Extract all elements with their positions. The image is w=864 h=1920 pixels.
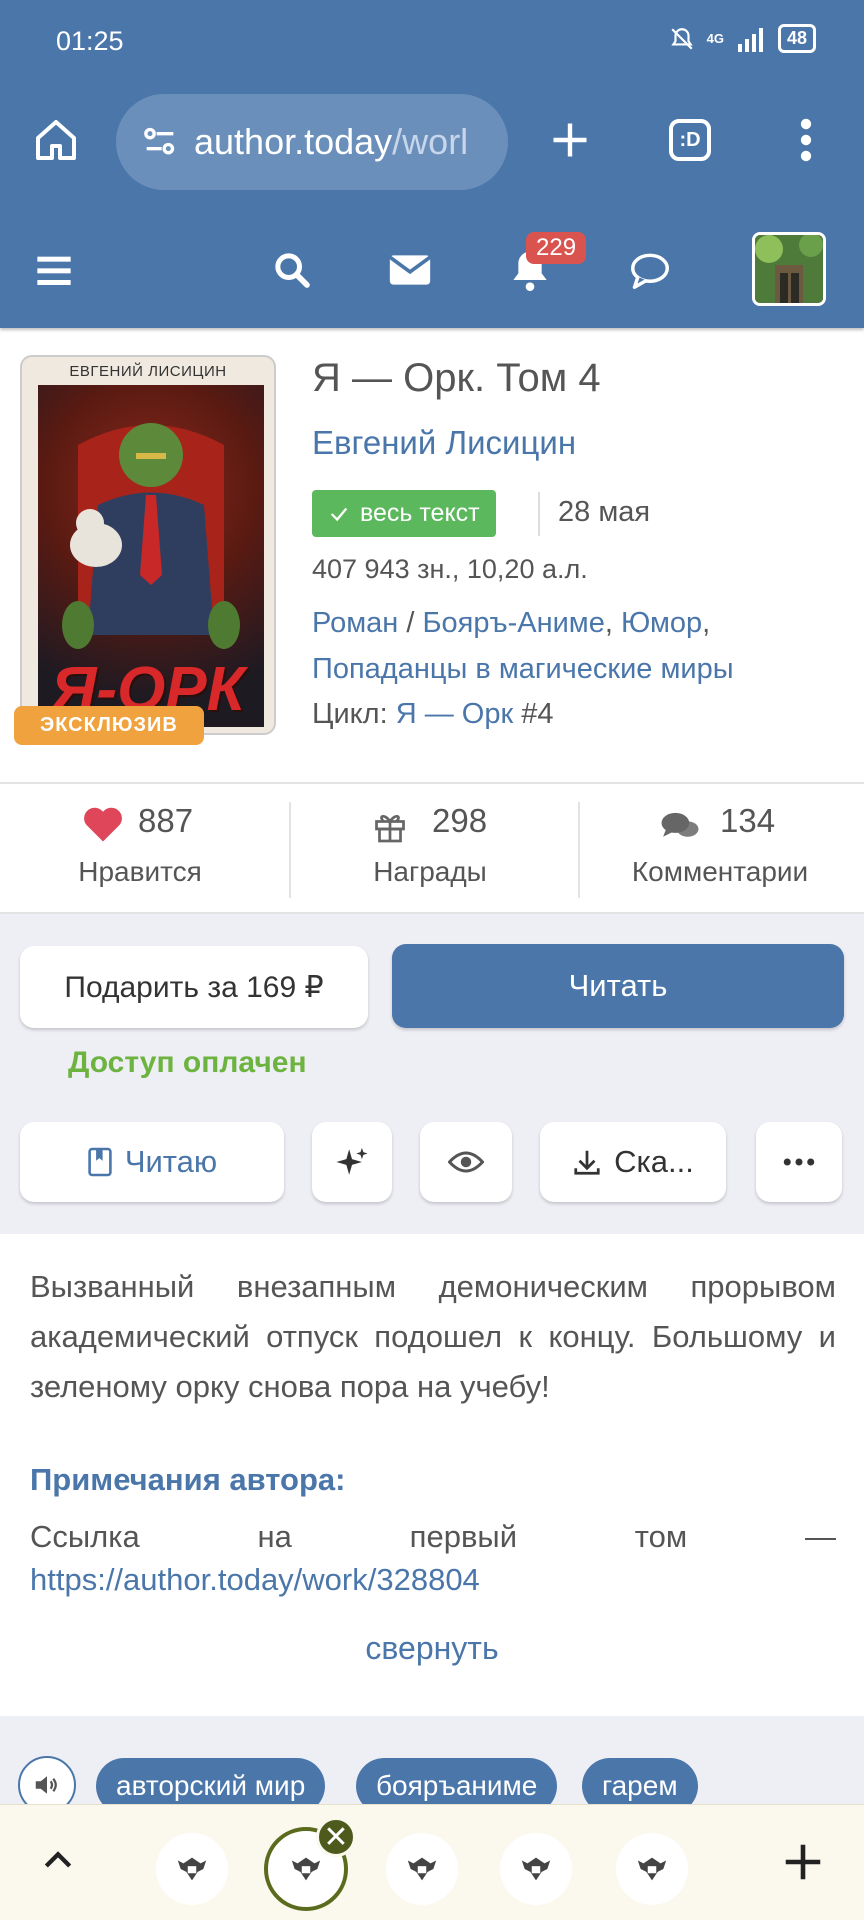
mute-bell-icon [670, 27, 693, 50]
cycle-info: Цикл: Я — Орк #4 [312, 698, 553, 731]
divider [538, 492, 540, 536]
tab-count: :D [669, 119, 711, 161]
speaker-icon [35, 1776, 57, 1794]
check-icon [330, 507, 348, 521]
tab-strip: ✕ [0, 1804, 864, 1920]
tab-thumbnail[interactable] [386, 1833, 458, 1905]
add-tab-icon[interactable] [780, 1839, 826, 1890]
chat-icon[interactable] [620, 240, 680, 300]
genre-comma: , [702, 607, 711, 639]
signal-icon [737, 27, 763, 52]
search-icon[interactable] [262, 240, 322, 300]
comments-icon [661, 812, 699, 837]
new-tab-icon[interactable] [540, 110, 600, 170]
book-annotation: Вызванный внезапным демоническим прорыво… [30, 1269, 836, 1404]
reading-status-label: Читаю [124, 1144, 218, 1179]
menu-icon[interactable] [24, 240, 84, 300]
mail-icon[interactable] [380, 240, 440, 300]
author-link[interactable]: Евгений Лисицин [312, 424, 576, 462]
likes-stat[interactable]: 887 Нравится [0, 784, 288, 914]
cycle-label: Цикл: [312, 698, 396, 730]
author-notes-heading: Примечания автора: [30, 1462, 346, 1497]
comments-stat[interactable]: 134 Комментарии [576, 784, 864, 914]
chevron-up-icon[interactable] [36, 1841, 80, 1886]
close-tab-icon[interactable]: ✕ [316, 1817, 356, 1857]
download-label: Ска... [614, 1144, 694, 1179]
genre-link-boyar-anime[interactable]: Бояръ-Аниме [422, 607, 604, 639]
browser-toolbar: author.today/worl :D [0, 80, 864, 210]
bookmark-book-icon [88, 1147, 112, 1177]
more-menu-icon[interactable] [776, 110, 836, 170]
genre-link-popadantsy[interactable]: Попаданцы в магические миры [312, 653, 734, 685]
genres: Роман / Бояръ-Аниме, Юмор, Попаданцы в м… [312, 600, 832, 692]
site-favicon-icon [521, 1857, 551, 1881]
site-settings-icon[interactable] [140, 122, 180, 162]
stats-bar: 887 Нравится 298 Награды 134 Комментарии [0, 782, 864, 914]
likes-label: Нравится [78, 856, 202, 887]
more-options-button[interactable] [756, 1122, 842, 1202]
ellipsis-icon [783, 1158, 815, 1166]
site-favicon-icon [637, 1857, 667, 1881]
genre-comma: , [604, 607, 621, 639]
site-header: 229 [0, 210, 864, 328]
sparkle-icon [336, 1147, 368, 1175]
eye-icon [448, 1151, 484, 1173]
site-favicon-icon [177, 1857, 207, 1881]
site-favicon-icon [407, 1857, 437, 1881]
reading-status-button[interactable]: Читаю [20, 1122, 284, 1202]
exclusive-badge: ЭКСКЛЮЗИВ [14, 706, 204, 745]
awards-count: 298 [432, 802, 488, 839]
collapse-link[interactable]: свернуть [0, 1630, 864, 1667]
tags-bar: авторский мир бояръаниме гарем [0, 1716, 864, 1814]
tab-thumbnail[interactable] [156, 1833, 228, 1905]
status-time: 01:25 [56, 26, 124, 56]
download-icon [574, 1150, 600, 1175]
author-notes-text: Ссылка на первый том — [30, 1519, 836, 1554]
site-favicon-icon [291, 1857, 321, 1881]
home-icon[interactable] [26, 110, 86, 170]
status-bar: 01:25 4G 48 [0, 0, 864, 80]
first-volume-link[interactable]: https://author.today/work/328804 [30, 1562, 480, 1598]
url-host: author.today [194, 121, 393, 162]
awards-label: Награды [373, 856, 487, 887]
fulltext-label: весь текст [360, 499, 480, 527]
read-button[interactable]: Читать [392, 944, 844, 1028]
comments-label: Комментарии [631, 856, 809, 887]
gift-button[interactable]: Подарить за 169 ₽ [20, 946, 368, 1028]
book-title: Я — Орк. Том 4 [312, 356, 601, 400]
tab-switcher-button[interactable]: :D [660, 110, 720, 170]
cover-author-text: ЕВГЕНИЙ ЛИСИЦИН [69, 363, 227, 380]
sparkle-button[interactable] [312, 1122, 392, 1202]
notifications-badge: 229 [526, 232, 587, 264]
user-avatar[interactable] [752, 232, 826, 306]
tab-thumbnail[interactable] [500, 1833, 572, 1905]
genre-link-novel[interactable]: Роман [312, 607, 398, 639]
gift-icon [375, 815, 405, 843]
genre-link-humor[interactable]: Юмор [621, 607, 702, 639]
access-paid-status: Доступ оплачен [68, 1046, 307, 1079]
watch-button[interactable] [420, 1122, 512, 1202]
heart-icon [84, 807, 122, 842]
book-volume: 407 943 зн., 10,20 а.л. [312, 554, 588, 584]
awards-stat[interactable]: 298 Награды [290, 784, 578, 914]
comments-count: 134 [720, 802, 776, 839]
download-button[interactable]: Ска... [540, 1122, 726, 1202]
cycle-number: #4 [513, 698, 554, 730]
status-icons: 4G 48 [669, 24, 816, 53]
genre-separator: / [398, 607, 423, 639]
tab-thumbnail[interactable] [616, 1833, 688, 1905]
actions-panel: Подарить за 169 ₽ Читать Доступ оплачен … [0, 914, 864, 1234]
fulltext-badge: весь текст [312, 490, 496, 537]
publication-date: 28 мая [558, 496, 651, 528]
network-label: 4G [706, 31, 724, 46]
battery-icon: 48 [777, 24, 816, 53]
address-bar[interactable]: author.today/worl [116, 94, 508, 190]
likes-count: 887 [138, 802, 194, 839]
url-path: /worl [392, 121, 469, 162]
book-cover[interactable]: ЕВГЕНИЙ ЛИСИЦИН Я-ОРК [20, 355, 276, 735]
cycle-link[interactable]: Я — Орк [396, 698, 513, 730]
